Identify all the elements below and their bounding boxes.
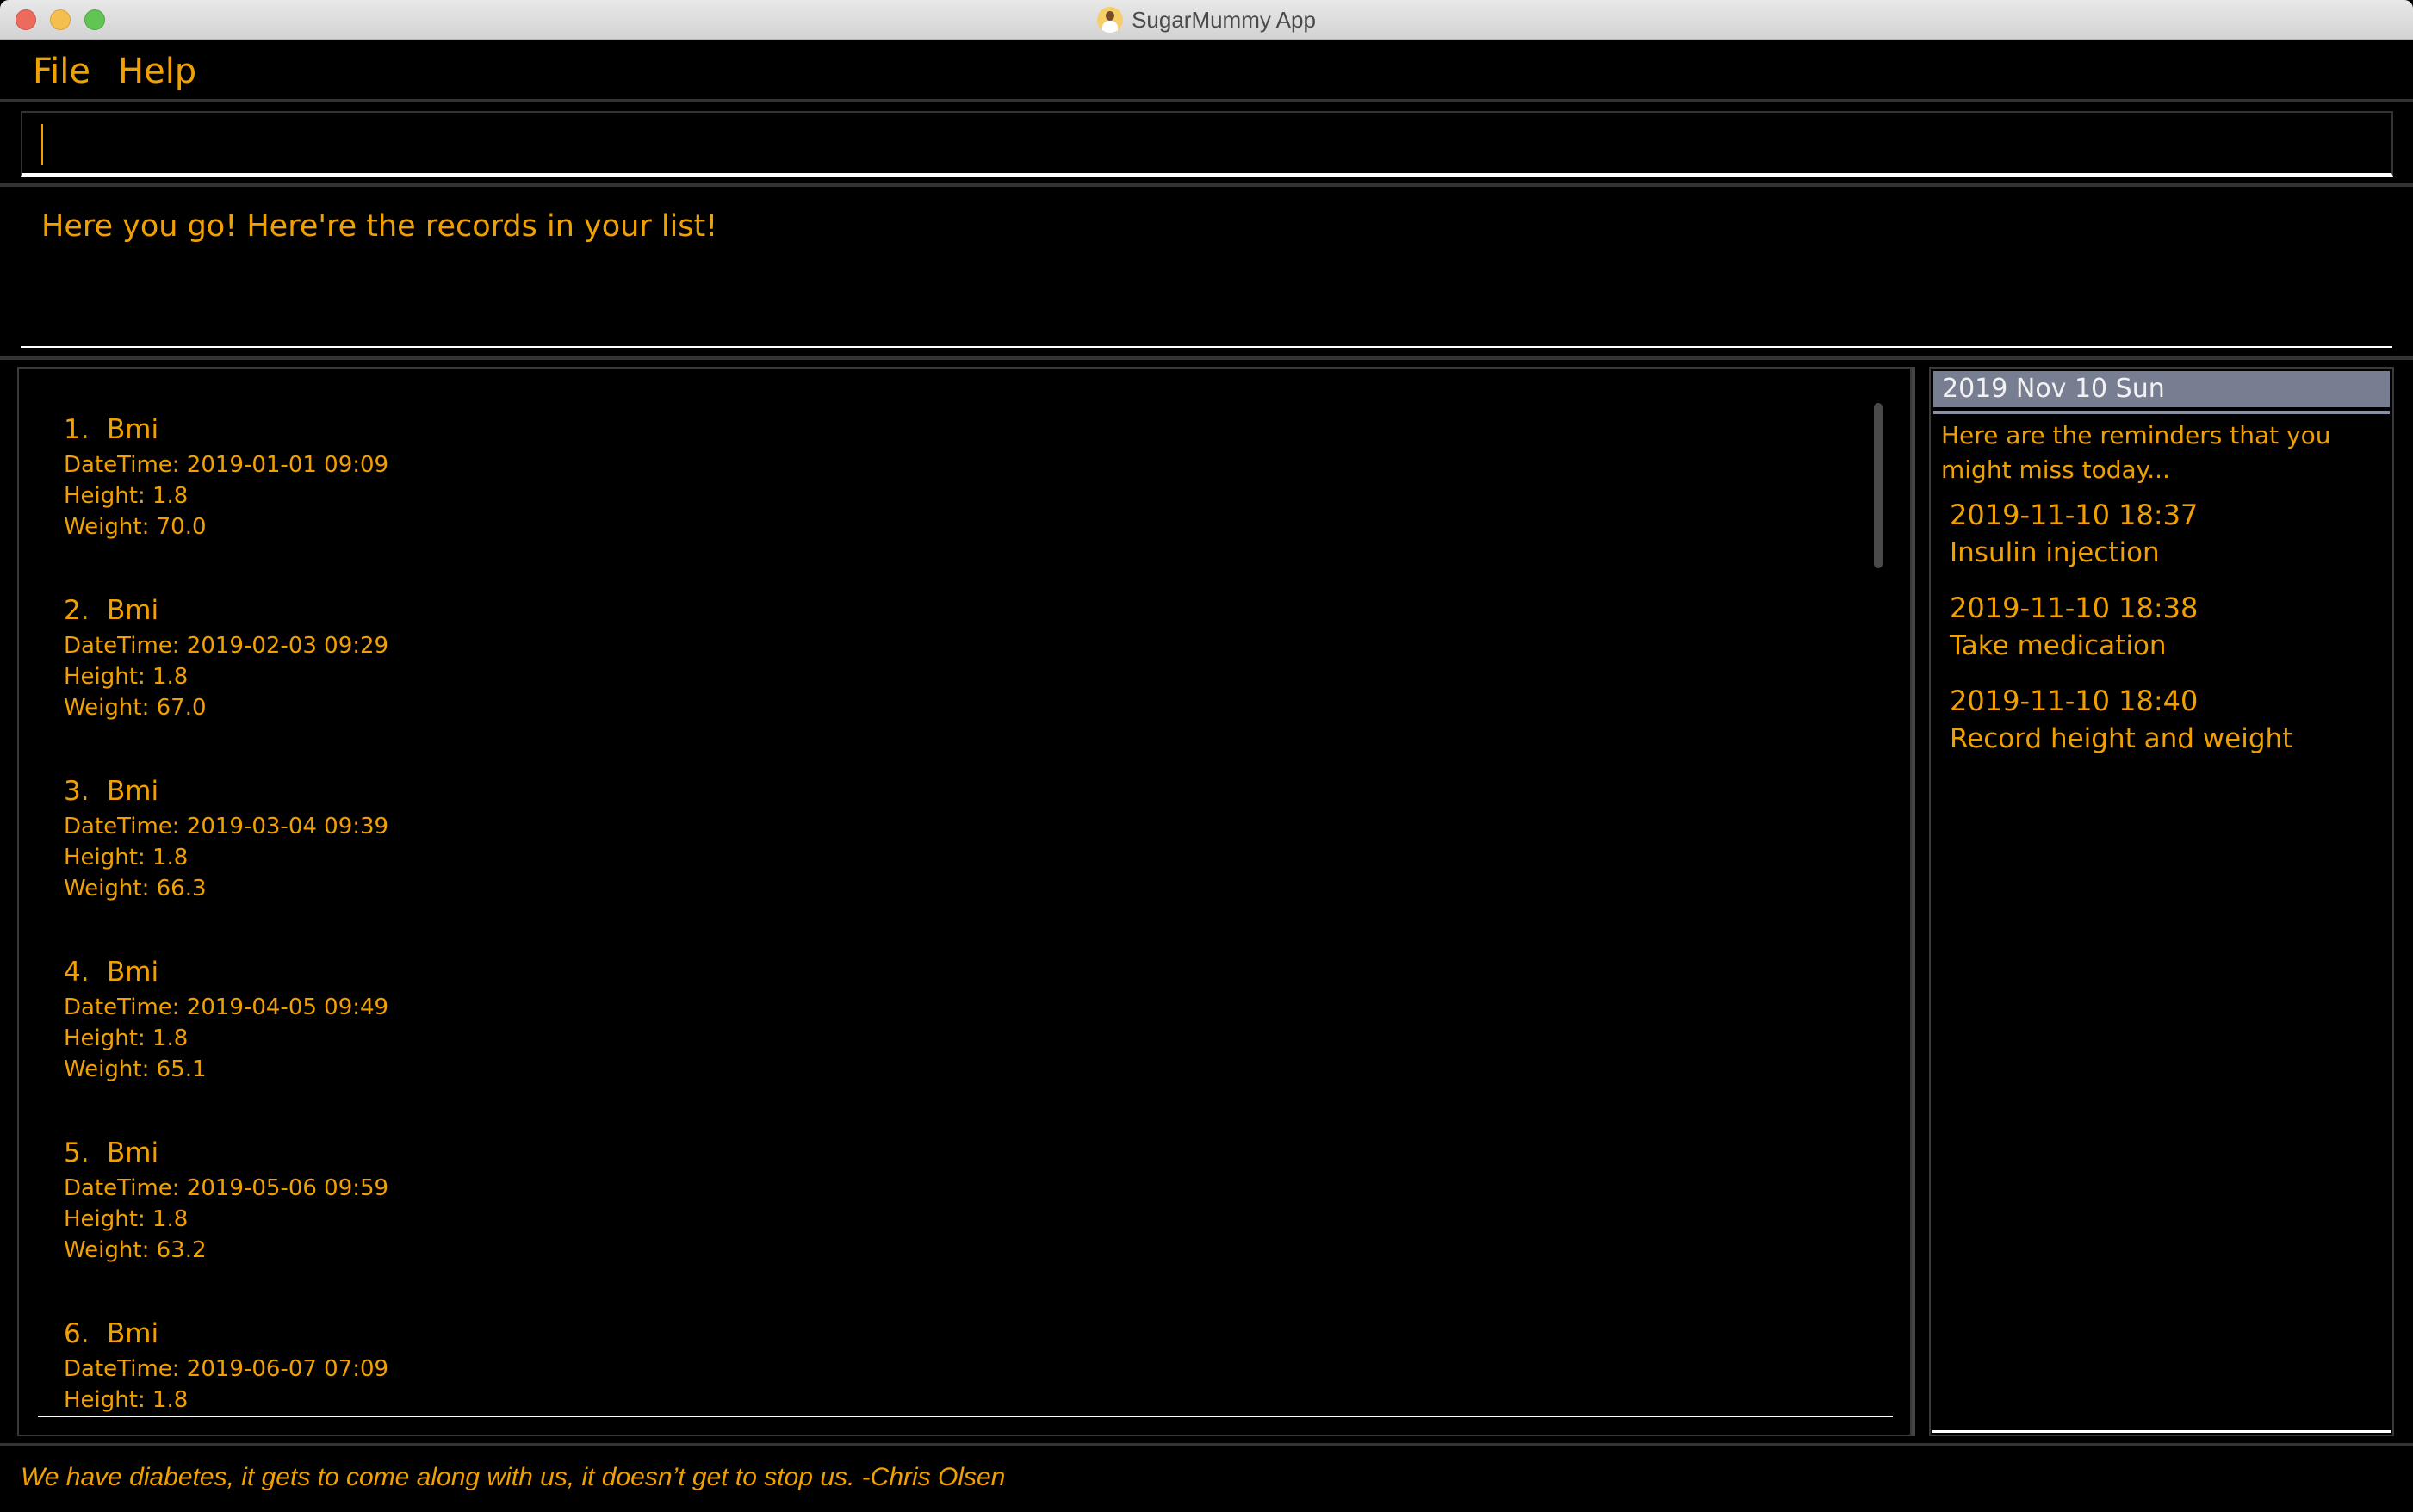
record-index: 3.	[64, 776, 90, 807]
record-list-item[interactable]: 3. Bmi DateTime: 2019-03-04 09:39 Height: 1…	[64, 771, 388, 904]
avatar-coat	[1102, 21, 1119, 33]
record-weight: Weight: 63.2	[64, 1237, 207, 1263]
record-type: Bmi	[107, 957, 159, 988]
record-list[interactable]: 1. Bmi DateTime: 2019-01-01 09:09 Height: 1…	[19, 369, 1910, 1417]
reminder-description: Insulin injection	[1950, 537, 2160, 568]
motivational-quote: We have diabetes, it gets to come along …	[21, 1463, 1006, 1491]
status-bar: We have diabetes, it gets to come along …	[0, 1443, 2413, 1512]
record-index: 6.	[64, 1318, 90, 1349]
reminder-intro: Here are the reminders that you might mi…	[1941, 421, 2331, 484]
window-title: SugarMummy App	[1132, 6, 1316, 33]
record-list-item[interactable]: 2. Bmi DateTime: 2019-02-03 09:29 Height: 1…	[64, 591, 388, 723]
reminder-date-divider	[1933, 411, 2390, 414]
record-datetime: DateTime: 2019-01-01 09:09	[64, 452, 389, 478]
record-weight: Weight: 70.0	[64, 514, 207, 540]
reminder-panel: 2019 Nov 10 Sun Here are the reminders t…	[1929, 367, 2394, 1436]
record-height: Height: 1.8	[64, 845, 189, 871]
command-input[interactable]	[21, 111, 2393, 177]
avatar-head	[1106, 11, 1115, 21]
menu-file[interactable]: File	[33, 52, 90, 91]
record-index: 5.	[64, 1137, 90, 1168]
reminder-item: 2019-11-10 18:38 Take medication	[1950, 589, 2198, 665]
reminder-time: 2019-11-10 18:40	[1950, 685, 2199, 717]
record-height: Height: 1.8	[64, 483, 189, 509]
record-list-item[interactable]: 5. Bmi DateTime: 2019-05-06 09:59 Height: 1…	[64, 1133, 388, 1266]
record-weight: Weight: 67.0	[64, 695, 207, 721]
reminder-date-header: 2019 Nov 10 Sun	[1933, 371, 2390, 407]
record-height: Height: 1.8	[64, 1026, 189, 1051]
record-datetime: DateTime: 2019-04-05 09:49	[64, 995, 389, 1020]
record-list-scrollbar[interactable]	[1874, 403, 1883, 568]
record-title: 1. Bmi	[64, 410, 388, 449]
command-box	[0, 104, 2413, 183]
reminder-item: 2019-11-10 18:37 Insulin injection	[1950, 496, 2198, 572]
record-datetime: DateTime: 2019-06-07 07:09	[64, 1356, 389, 1382]
reminder-item: 2019-11-10 18:40 Record height and weight	[1950, 682, 2292, 758]
record-index: 2.	[64, 595, 90, 626]
record-type: Bmi	[107, 776, 159, 807]
record-title: 5. Bmi	[64, 1133, 388, 1173]
reminder-bottom-divider	[1932, 1430, 2391, 1433]
record-weight: Weight: 66.3	[64, 876, 207, 902]
result-divider	[21, 346, 2392, 348]
record-title: 4. Bmi	[64, 952, 388, 992]
record-datetime: DateTime: 2019-05-06 09:59	[64, 1175, 389, 1201]
menu-bar: File Help	[0, 40, 2413, 102]
title-bar: SugarMummy App	[0, 0, 2413, 40]
reminder-description: Take medication	[1950, 630, 2167, 661]
record-list-item[interactable]: 1. Bmi DateTime: 2019-01-01 09:09 Height: 1…	[64, 410, 388, 542]
record-title: 2. Bmi	[64, 591, 388, 630]
record-list-panel[interactable]: 1. Bmi DateTime: 2019-01-01 09:09 Height: 1…	[17, 367, 1912, 1436]
record-height: Height: 1.8	[64, 664, 189, 690]
reminder-description: Record height and weight	[1950, 723, 2293, 754]
record-list-bottom-divider	[38, 1416, 1893, 1417]
text-caret	[41, 124, 43, 165]
menu-help[interactable]: Help	[118, 52, 196, 91]
reminder-time: 2019-11-10 18:37	[1950, 499, 2199, 531]
app-window: SugarMummy App File Help Here you go! He…	[0, 0, 2413, 1512]
record-title: 6. Bmi	[64, 1314, 388, 1354]
record-weight: Weight: 65.1	[64, 1057, 207, 1082]
record-type: Bmi	[107, 595, 159, 626]
record-datetime: DateTime: 2019-02-03 09:29	[64, 633, 389, 659]
result-message: Here you go! Here're the records in your…	[41, 209, 718, 244]
doctor-avatar-icon	[1097, 7, 1124, 33]
result-display: Here you go! Here're the records in your…	[0, 183, 2413, 360]
record-height: Height: 1.8	[64, 1206, 189, 1232]
record-type: Bmi	[107, 414, 159, 445]
record-title: 3. Bmi	[64, 771, 388, 811]
record-list-item[interactable]: 4. Bmi DateTime: 2019-04-05 09:49 Height: 1…	[64, 952, 388, 1085]
panel-divider[interactable]	[1912, 367, 1915, 1436]
reminder-time: 2019-11-10 18:38	[1950, 592, 2199, 624]
record-index: 1.	[64, 414, 90, 445]
record-height: Height: 1.8	[64, 1387, 189, 1413]
record-list-item[interactable]: 6. Bmi DateTime: 2019-06-07 07:09 Height: 1…	[64, 1314, 388, 1416]
record-type: Bmi	[107, 1318, 159, 1349]
record-datetime: DateTime: 2019-03-04 09:39	[64, 814, 389, 840]
record-index: 4.	[64, 957, 90, 988]
window-title-group: SugarMummy App	[0, 0, 2413, 40]
record-type: Bmi	[107, 1137, 159, 1168]
